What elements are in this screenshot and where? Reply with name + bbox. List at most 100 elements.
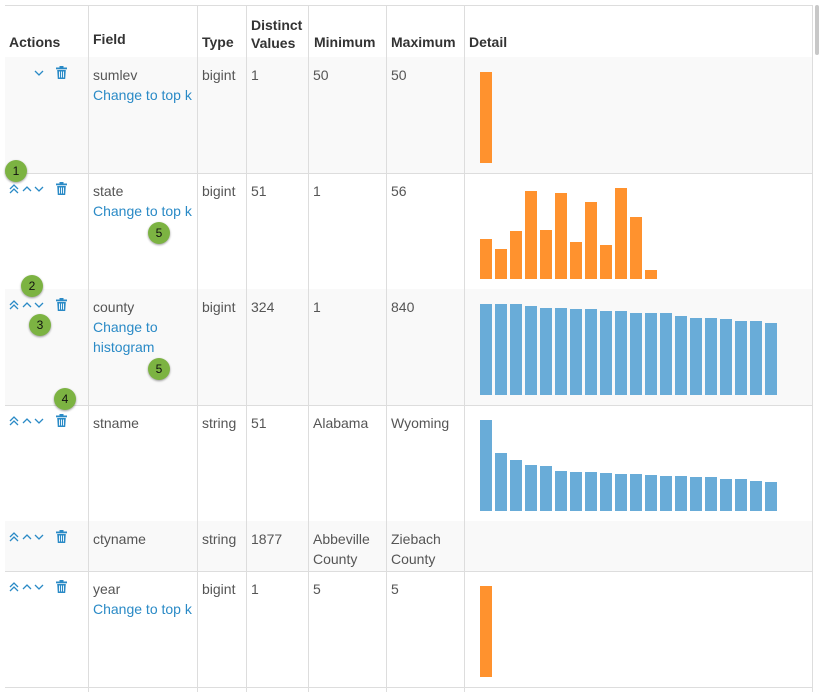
chart-bar[interactable] [510,460,522,511]
chart-bar[interactable] [585,309,597,395]
minimum-cell: Alabama [313,415,369,431]
chart-bar[interactable] [480,420,492,511]
chevron-up-icon[interactable] [22,298,32,314]
chart-bar[interactable] [525,191,537,279]
type-cell: string [202,531,237,547]
change-chart-link[interactable]: Change to histogram [93,317,158,357]
chevron-up-icon[interactable] [22,182,32,198]
chevron-down-icon[interactable] [34,66,44,82]
chart-bar[interactable] [570,472,582,511]
chart-bar[interactable] [735,321,747,395]
chevron-down-icon[interactable] [34,580,44,596]
chevron-down-icon[interactable] [34,530,44,546]
trash-icon[interactable] [56,182,67,198]
chart-bar[interactable] [705,318,717,395]
chart-bar[interactable] [480,239,492,279]
chevron-down-icon[interactable] [34,414,44,430]
trash-icon[interactable] [56,414,67,430]
header-maximum[interactable]: Maximum [391,33,456,51]
chart-bar[interactable] [660,476,672,511]
chart-bar[interactable] [540,308,552,395]
chart-bar[interactable] [510,231,522,279]
chart-bar[interactable] [675,476,687,511]
header-minimum[interactable]: Minimum [314,33,375,51]
chart-bar[interactable] [690,477,702,511]
chart-bar[interactable] [555,308,567,395]
chart-bar[interactable] [690,318,702,395]
chart-bar[interactable] [765,482,777,511]
trash-icon[interactable] [56,298,67,314]
chart-bar[interactable] [480,72,492,163]
chart-bar[interactable] [630,217,642,279]
chart-bar[interactable] [480,304,492,395]
chart-bar[interactable] [615,188,627,279]
chart-bar[interactable] [585,472,597,511]
summary-table: Actions Field Type Distinct Values Minimu… [5,5,813,692]
chart-bar[interactable] [705,477,717,511]
header-type[interactable]: Type [202,33,234,51]
trash-icon[interactable] [56,66,67,82]
chart-bar[interactable] [540,466,552,511]
chart-bar[interactable] [660,313,672,395]
distinct-values-cell: 324 [251,299,275,315]
chevron-down-icon[interactable] [34,182,44,198]
chart-bar[interactable] [750,321,762,395]
chart-bar[interactable] [495,304,507,395]
chart-bar[interactable] [600,245,612,279]
header-field[interactable]: Field [93,30,126,48]
double-chevron-up-icon[interactable] [9,530,19,546]
change-chart-link[interactable]: Change to top k [93,201,192,221]
change-chart-link[interactable]: Change to top k [93,599,192,619]
chart-bar[interactable] [765,323,777,395]
chart-bar[interactable] [525,465,537,511]
chart-bar[interactable] [735,479,747,511]
chart-bar[interactable] [510,304,522,395]
chart-bar[interactable] [585,202,597,279]
trash-icon[interactable] [56,580,67,596]
field-cell: county Change to histogram [93,297,158,357]
chart-bar[interactable] [570,309,582,395]
double-chevron-up-icon[interactable] [9,580,19,596]
chart-bar[interactable] [570,242,582,279]
chart-bar[interactable] [540,230,552,279]
row-actions [5,66,75,82]
trash-icon[interactable] [56,530,67,546]
chart-bar[interactable] [630,474,642,511]
chart-bar[interactable] [645,475,657,511]
chart-bar[interactable] [615,474,627,511]
chart-bar[interactable] [645,270,657,279]
table-row: year Change to top k bigint 1 5 5 [5,571,813,688]
minimum-line: County [313,551,358,567]
chart-bar[interactable] [720,479,732,511]
chart-bar[interactable] [645,313,657,395]
chevron-up-icon[interactable] [22,530,32,546]
double-chevron-up-icon[interactable] [9,182,19,198]
field-cell: state Change to top k [93,181,192,221]
chevron-up-icon[interactable] [22,414,32,430]
histogram-chart [480,304,777,395]
double-chevron-up-icon[interactable] [9,414,19,430]
change-chart-link[interactable]: Change to top k [93,85,192,105]
chart-bar[interactable] [720,319,732,395]
chart-bar[interactable] [600,473,612,511]
chart-bar[interactable] [600,311,612,395]
header-distinct-values[interactable]: Distinct Values [251,16,302,52]
header-distinct-line1: Distinct [251,17,303,33]
chart-bar[interactable] [615,311,627,395]
chart-bar[interactable] [495,249,507,279]
type-cell: bigint [202,67,236,83]
chart-bar[interactable] [480,586,492,677]
chart-bar[interactable] [495,453,507,511]
double-chevron-up-icon[interactable] [9,298,19,314]
chart-bar[interactable] [630,313,642,395]
chart-bar[interactable] [555,193,567,279]
chevron-up-icon[interactable] [22,580,32,596]
chart-bar[interactable] [675,316,687,395]
row-actions [5,530,75,546]
chart-bar[interactable] [555,471,567,511]
scrollbar-thumb[interactable] [815,5,819,55]
chart-bar[interactable] [750,481,762,511]
chevron-down-icon[interactable] [34,298,44,314]
header-detail: Detail [469,34,508,50]
chart-bar[interactable] [525,306,537,395]
